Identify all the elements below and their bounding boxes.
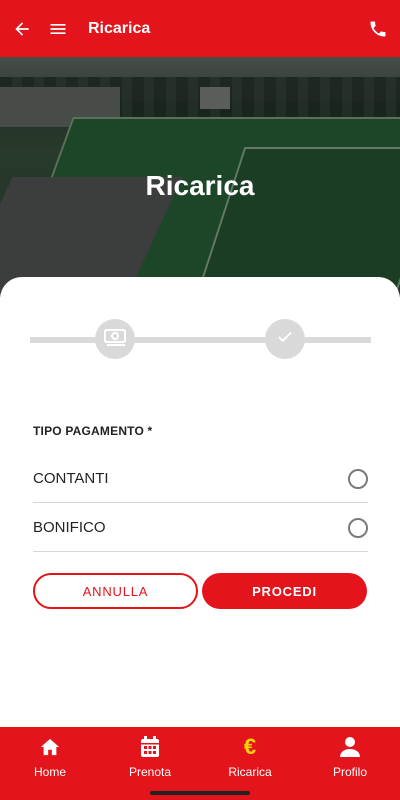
- radio-button[interactable]: [348, 468, 368, 489]
- step-payment: [95, 319, 135, 359]
- radio-button[interactable]: [348, 517, 368, 538]
- check-icon: [276, 328, 294, 351]
- system-home-indicator[interactable]: [150, 791, 250, 795]
- stepper-line: [30, 337, 371, 343]
- payment-type-label: TIPO PAGAMENTO *: [33, 424, 153, 438]
- hero-banner: Ricarica: [0, 57, 400, 297]
- payment-option-bonifico[interactable]: BONIFICO: [33, 504, 368, 552]
- top-app-bar: Ricarica: [0, 0, 400, 57]
- bottom-navigation: Home Prenota € Ricarica Profilo: [0, 727, 400, 800]
- phone-icon[interactable]: [366, 17, 390, 41]
- step-confirm: [265, 319, 305, 359]
- progress-stepper: [30, 317, 371, 361]
- payment-sheet: TIPO PAGAMENTO * CONTANTI BONIFICO ANNUL…: [0, 277, 400, 727]
- nav-item-prenota[interactable]: Prenota: [110, 735, 190, 779]
- option-label: CONTANTI: [33, 470, 109, 487]
- calendar-icon: [110, 735, 190, 759]
- menu-icon[interactable]: [46, 17, 70, 41]
- cancel-button[interactable]: ANNULLA: [33, 573, 198, 609]
- nav-item-profilo[interactable]: Profilo: [310, 735, 390, 779]
- cash-icon: [103, 327, 127, 352]
- page-title: Ricarica: [88, 19, 151, 37]
- nav-label: Home: [33, 765, 66, 779]
- nav-label: Prenota: [128, 765, 172, 779]
- back-arrow-icon[interactable]: [10, 17, 34, 41]
- nav-label: Ricarica: [228, 765, 272, 779]
- proceed-button[interactable]: PROCEDI: [202, 573, 367, 609]
- nav-item-home[interactable]: Home: [10, 735, 90, 779]
- nav-label: Profilo: [332, 765, 367, 779]
- payment-option-contanti[interactable]: CONTANTI: [33, 455, 368, 503]
- home-icon: [10, 735, 90, 759]
- nav-item-ricarica[interactable]: € Ricarica: [210, 734, 290, 780]
- euro-icon: €: [243, 734, 257, 759]
- option-label: BONIFICO: [33, 519, 106, 536]
- user-icon: [310, 735, 390, 759]
- hero-title: Ricarica: [145, 170, 255, 201]
